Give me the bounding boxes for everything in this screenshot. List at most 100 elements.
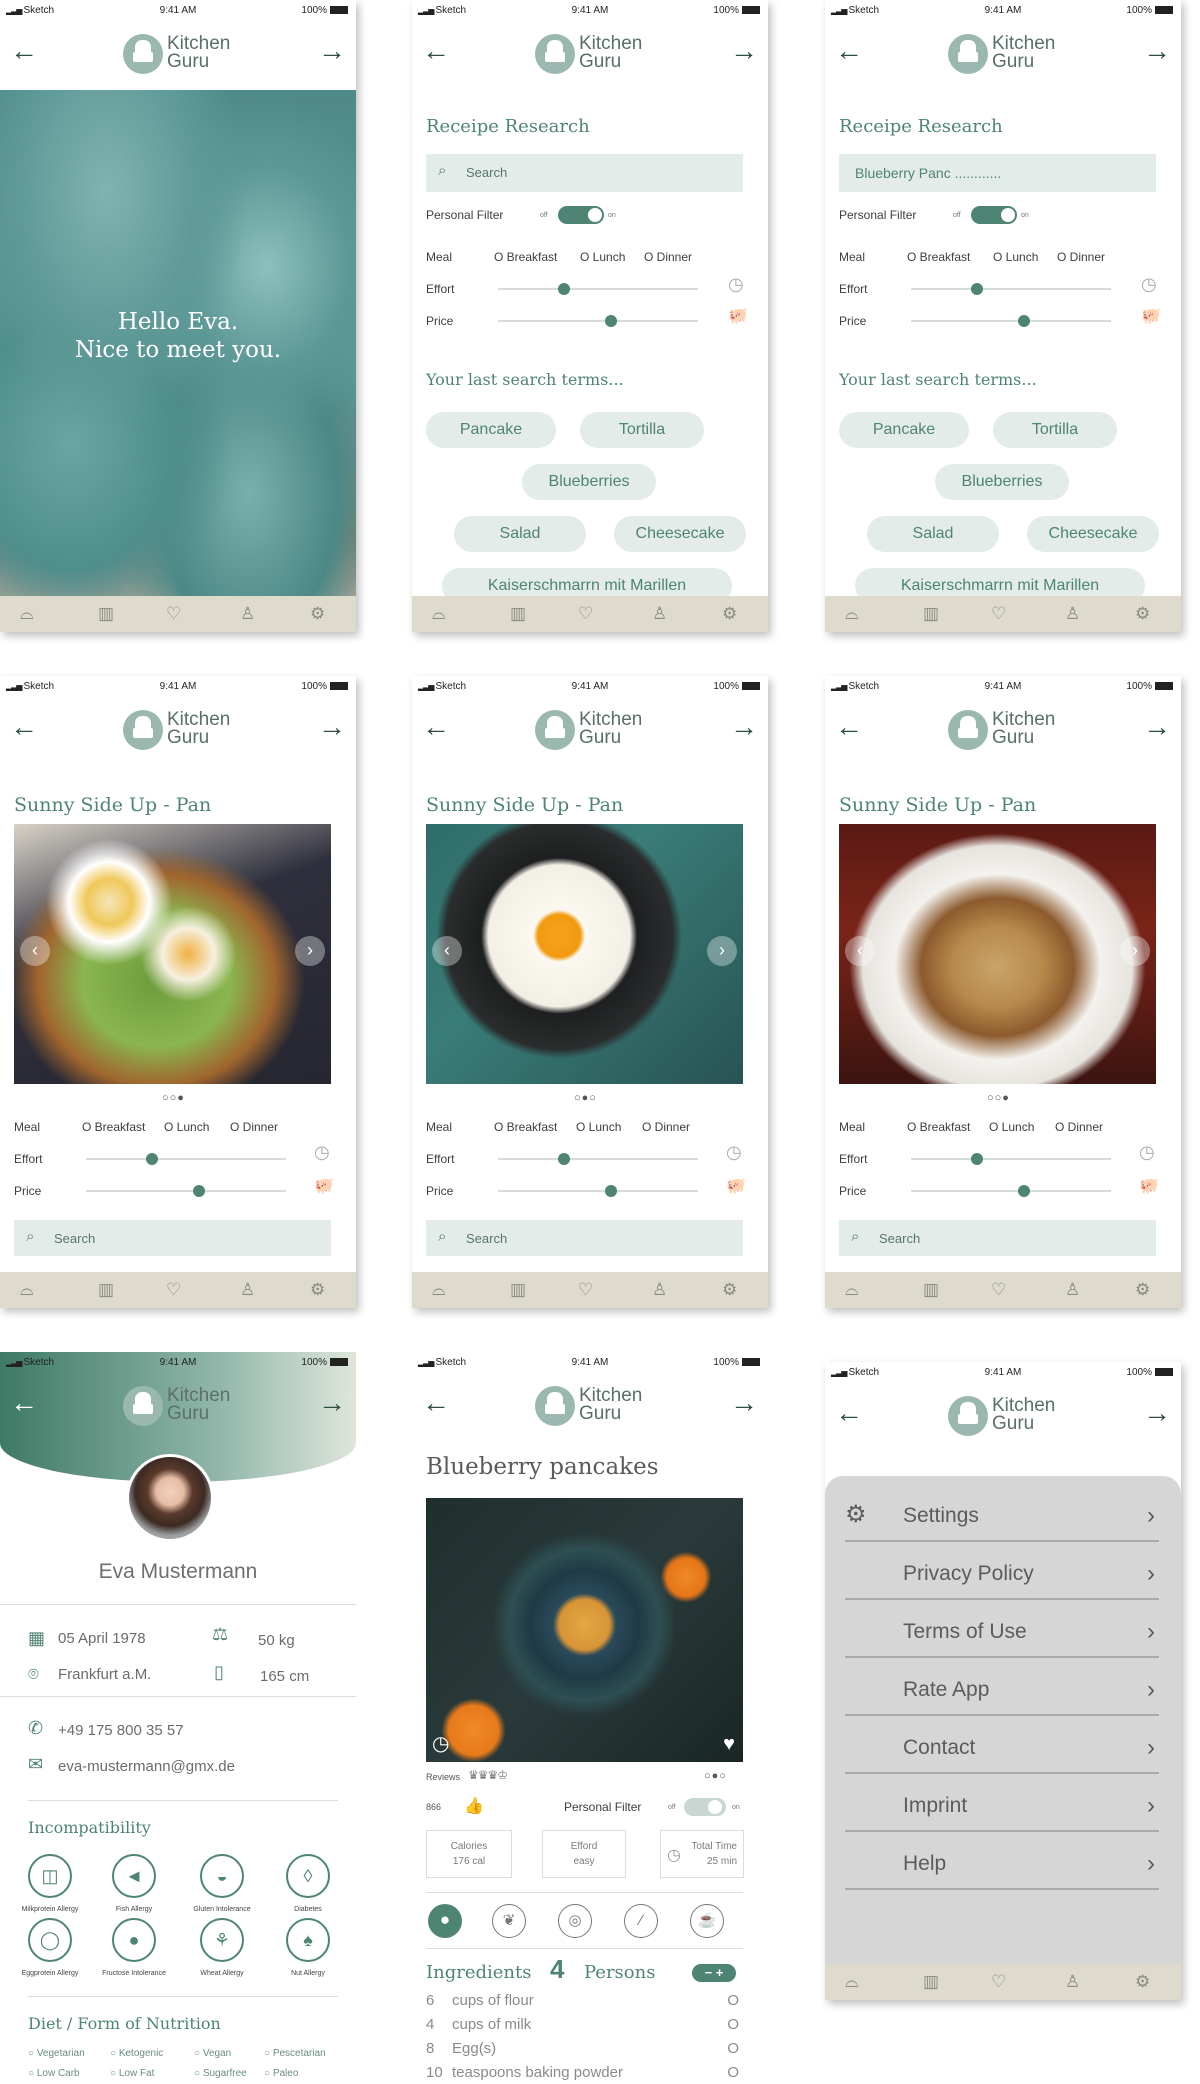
- user-icon[interactable]: ♙: [652, 1280, 667, 1300]
- diet-option[interactable]: ○ Ketogenic: [110, 2048, 163, 2059]
- favorite-heart-icon[interactable]: ♥: [723, 1733, 735, 1756]
- menu-item-imprint[interactable]: Imprint ›: [845, 1774, 1159, 1832]
- avatar[interactable]: [126, 1454, 214, 1542]
- menu-item-contact[interactable]: Contact ›: [845, 1716, 1159, 1774]
- meal-option-dinner[interactable]: O Dinner: [644, 250, 692, 264]
- trash-icon[interactable]: ▥: [923, 604, 939, 624]
- meal-option-breakfast[interactable]: O Breakfast: [907, 1120, 970, 1134]
- back-arrow-icon[interactable]: ←: [835, 36, 863, 66]
- trash-icon[interactable]: ▥: [923, 1972, 939, 1992]
- search-chip[interactable]: Blueberries: [935, 464, 1069, 500]
- effort-slider[interactable]: [86, 1153, 286, 1165]
- ingredient-check[interactable]: O: [727, 2016, 739, 2033]
- next-image-button[interactable]: ›: [295, 936, 325, 966]
- effort-slider[interactable]: [911, 1153, 1111, 1165]
- search-chip[interactable]: Pancake: [426, 412, 556, 448]
- diet-option[interactable]: ○ Vegetarian: [28, 2048, 85, 2059]
- email-address[interactable]: eva-mustermann@gmx.de: [58, 1758, 235, 1775]
- price-slider[interactable]: [498, 315, 698, 327]
- search-chip[interactable]: Cheesecake: [1027, 516, 1159, 552]
- search-chip[interactable]: Tortilla: [580, 412, 704, 448]
- heart-icon[interactable]: ♡: [991, 1280, 1006, 1300]
- trash-icon[interactable]: ▥: [510, 604, 526, 624]
- forward-arrow-icon[interactable]: →: [318, 1388, 346, 1418]
- effort-slider[interactable]: [498, 283, 698, 295]
- cloche-icon[interactable]: ⌓: [432, 1280, 445, 1300]
- user-icon[interactable]: ♙: [240, 604, 255, 624]
- previous-image-button[interactable]: ‹: [432, 936, 462, 966]
- meal-option-lunch[interactable]: O Lunch: [989, 1120, 1034, 1134]
- category-apple-icon[interactable]: ●: [428, 1904, 462, 1938]
- forward-arrow-icon[interactable]: →: [730, 712, 758, 742]
- fish-icon[interactable]: ◄: [112, 1854, 156, 1898]
- category-leaf-icon[interactable]: ❦: [492, 1904, 526, 1938]
- price-slider[interactable]: [86, 1185, 286, 1197]
- heart-icon[interactable]: ♡: [991, 1972, 1006, 1992]
- meal-option-breakfast[interactable]: O Breakfast: [494, 1120, 557, 1134]
- user-icon[interactable]: ♙: [1065, 604, 1080, 624]
- trash-icon[interactable]: ▥: [98, 1280, 114, 1300]
- previous-image-button[interactable]: ‹: [845, 936, 875, 966]
- forward-arrow-icon[interactable]: →: [1143, 1398, 1171, 1428]
- forward-arrow-icon[interactable]: →: [730, 36, 758, 66]
- menu-item-help[interactable]: Help ›: [845, 1832, 1159, 1890]
- meal-option-dinner[interactable]: O Dinner: [230, 1120, 278, 1134]
- gear-icon[interactable]: ⚙: [722, 1280, 737, 1300]
- user-icon[interactable]: ♙: [652, 604, 667, 624]
- wheat-icon[interactable]: ⚘: [200, 1918, 244, 1962]
- ingredient-check[interactable]: O: [727, 1992, 739, 2009]
- user-icon[interactable]: ♙: [1065, 1280, 1080, 1300]
- milk-bottle-icon[interactable]: ◫: [28, 1854, 72, 1898]
- back-arrow-icon[interactable]: ←: [835, 1398, 863, 1428]
- category-candy-icon[interactable]: ◎: [558, 1904, 592, 1938]
- diet-option[interactable]: ○ Pescetarian: [264, 2048, 326, 2059]
- category-cup-icon[interactable]: ☕: [690, 1904, 724, 1938]
- diet-option[interactable]: ○ Low Fat: [110, 2068, 154, 2079]
- gear-icon[interactable]: ⚙: [722, 604, 737, 624]
- search-chip[interactable]: Cheesecake: [614, 516, 746, 552]
- search-input[interactable]: ⌕ Search: [14, 1220, 331, 1256]
- diet-option[interactable]: ○ Low Carb: [28, 2068, 80, 2079]
- thumbs-up-icon[interactable]: 👍: [464, 1796, 484, 1816]
- search-input[interactable]: ⌕ Search: [426, 1220, 743, 1256]
- trash-icon[interactable]: ▥: [510, 1280, 526, 1300]
- next-image-button[interactable]: ›: [1120, 936, 1150, 966]
- search-chip[interactable]: Salad: [454, 516, 586, 552]
- price-slider[interactable]: [498, 1185, 698, 1197]
- forward-arrow-icon[interactable]: →: [730, 1388, 758, 1418]
- phone-number[interactable]: +49 175 800 35 57: [58, 1722, 184, 1739]
- search-chip[interactable]: Salad: [867, 516, 999, 552]
- previous-image-button[interactable]: ‹: [20, 936, 50, 966]
- meal-option-dinner[interactable]: O Dinner: [1057, 250, 1105, 264]
- ingredient-check[interactable]: O: [727, 2064, 739, 2081]
- egg-icon[interactable]: ◯: [28, 1918, 72, 1962]
- meal-option-lunch[interactable]: O Lunch: [580, 250, 625, 264]
- search-chip[interactable]: Pancake: [839, 412, 969, 448]
- next-image-button[interactable]: ›: [707, 936, 737, 966]
- meal-option-dinner[interactable]: O Dinner: [642, 1120, 690, 1134]
- diet-option[interactable]: ○ Vegan: [194, 2048, 231, 2059]
- search-chip[interactable]: Blueberries: [522, 464, 656, 500]
- apple-icon[interactable]: ●: [112, 1918, 156, 1962]
- meal-option-lunch[interactable]: O Lunch: [164, 1120, 209, 1134]
- personal-filter-toggle[interactable]: [558, 206, 604, 224]
- diet-option[interactable]: ○ Sugarfree: [194, 2068, 247, 2079]
- cloche-icon[interactable]: ⌓: [845, 1280, 858, 1300]
- gear-icon[interactable]: ⚙: [1135, 1972, 1150, 1992]
- heart-icon[interactable]: ♡: [578, 1280, 593, 1300]
- price-slider[interactable]: [911, 1185, 1111, 1197]
- menu-item-terms-of-use[interactable]: Terms of Use ›: [845, 1600, 1159, 1658]
- back-arrow-icon[interactable]: ←: [422, 712, 450, 742]
- diet-option[interactable]: ○ Paleo: [264, 2068, 298, 2079]
- heart-icon[interactable]: ♡: [166, 604, 181, 624]
- forward-arrow-icon[interactable]: →: [1143, 36, 1171, 66]
- forward-arrow-icon[interactable]: →: [318, 36, 346, 66]
- drop-icon[interactable]: ◊: [286, 1854, 330, 1898]
- back-arrow-icon[interactable]: ←: [10, 36, 38, 66]
- gear-icon[interactable]: ⚙: [1135, 604, 1150, 624]
- meal-option-lunch[interactable]: O Lunch: [576, 1120, 621, 1134]
- cloche-icon[interactable]: ⌓: [845, 1972, 858, 1992]
- back-arrow-icon[interactable]: ←: [422, 1388, 450, 1418]
- back-arrow-icon[interactable]: ←: [10, 712, 38, 742]
- bread-icon[interactable]: ◒: [200, 1854, 244, 1898]
